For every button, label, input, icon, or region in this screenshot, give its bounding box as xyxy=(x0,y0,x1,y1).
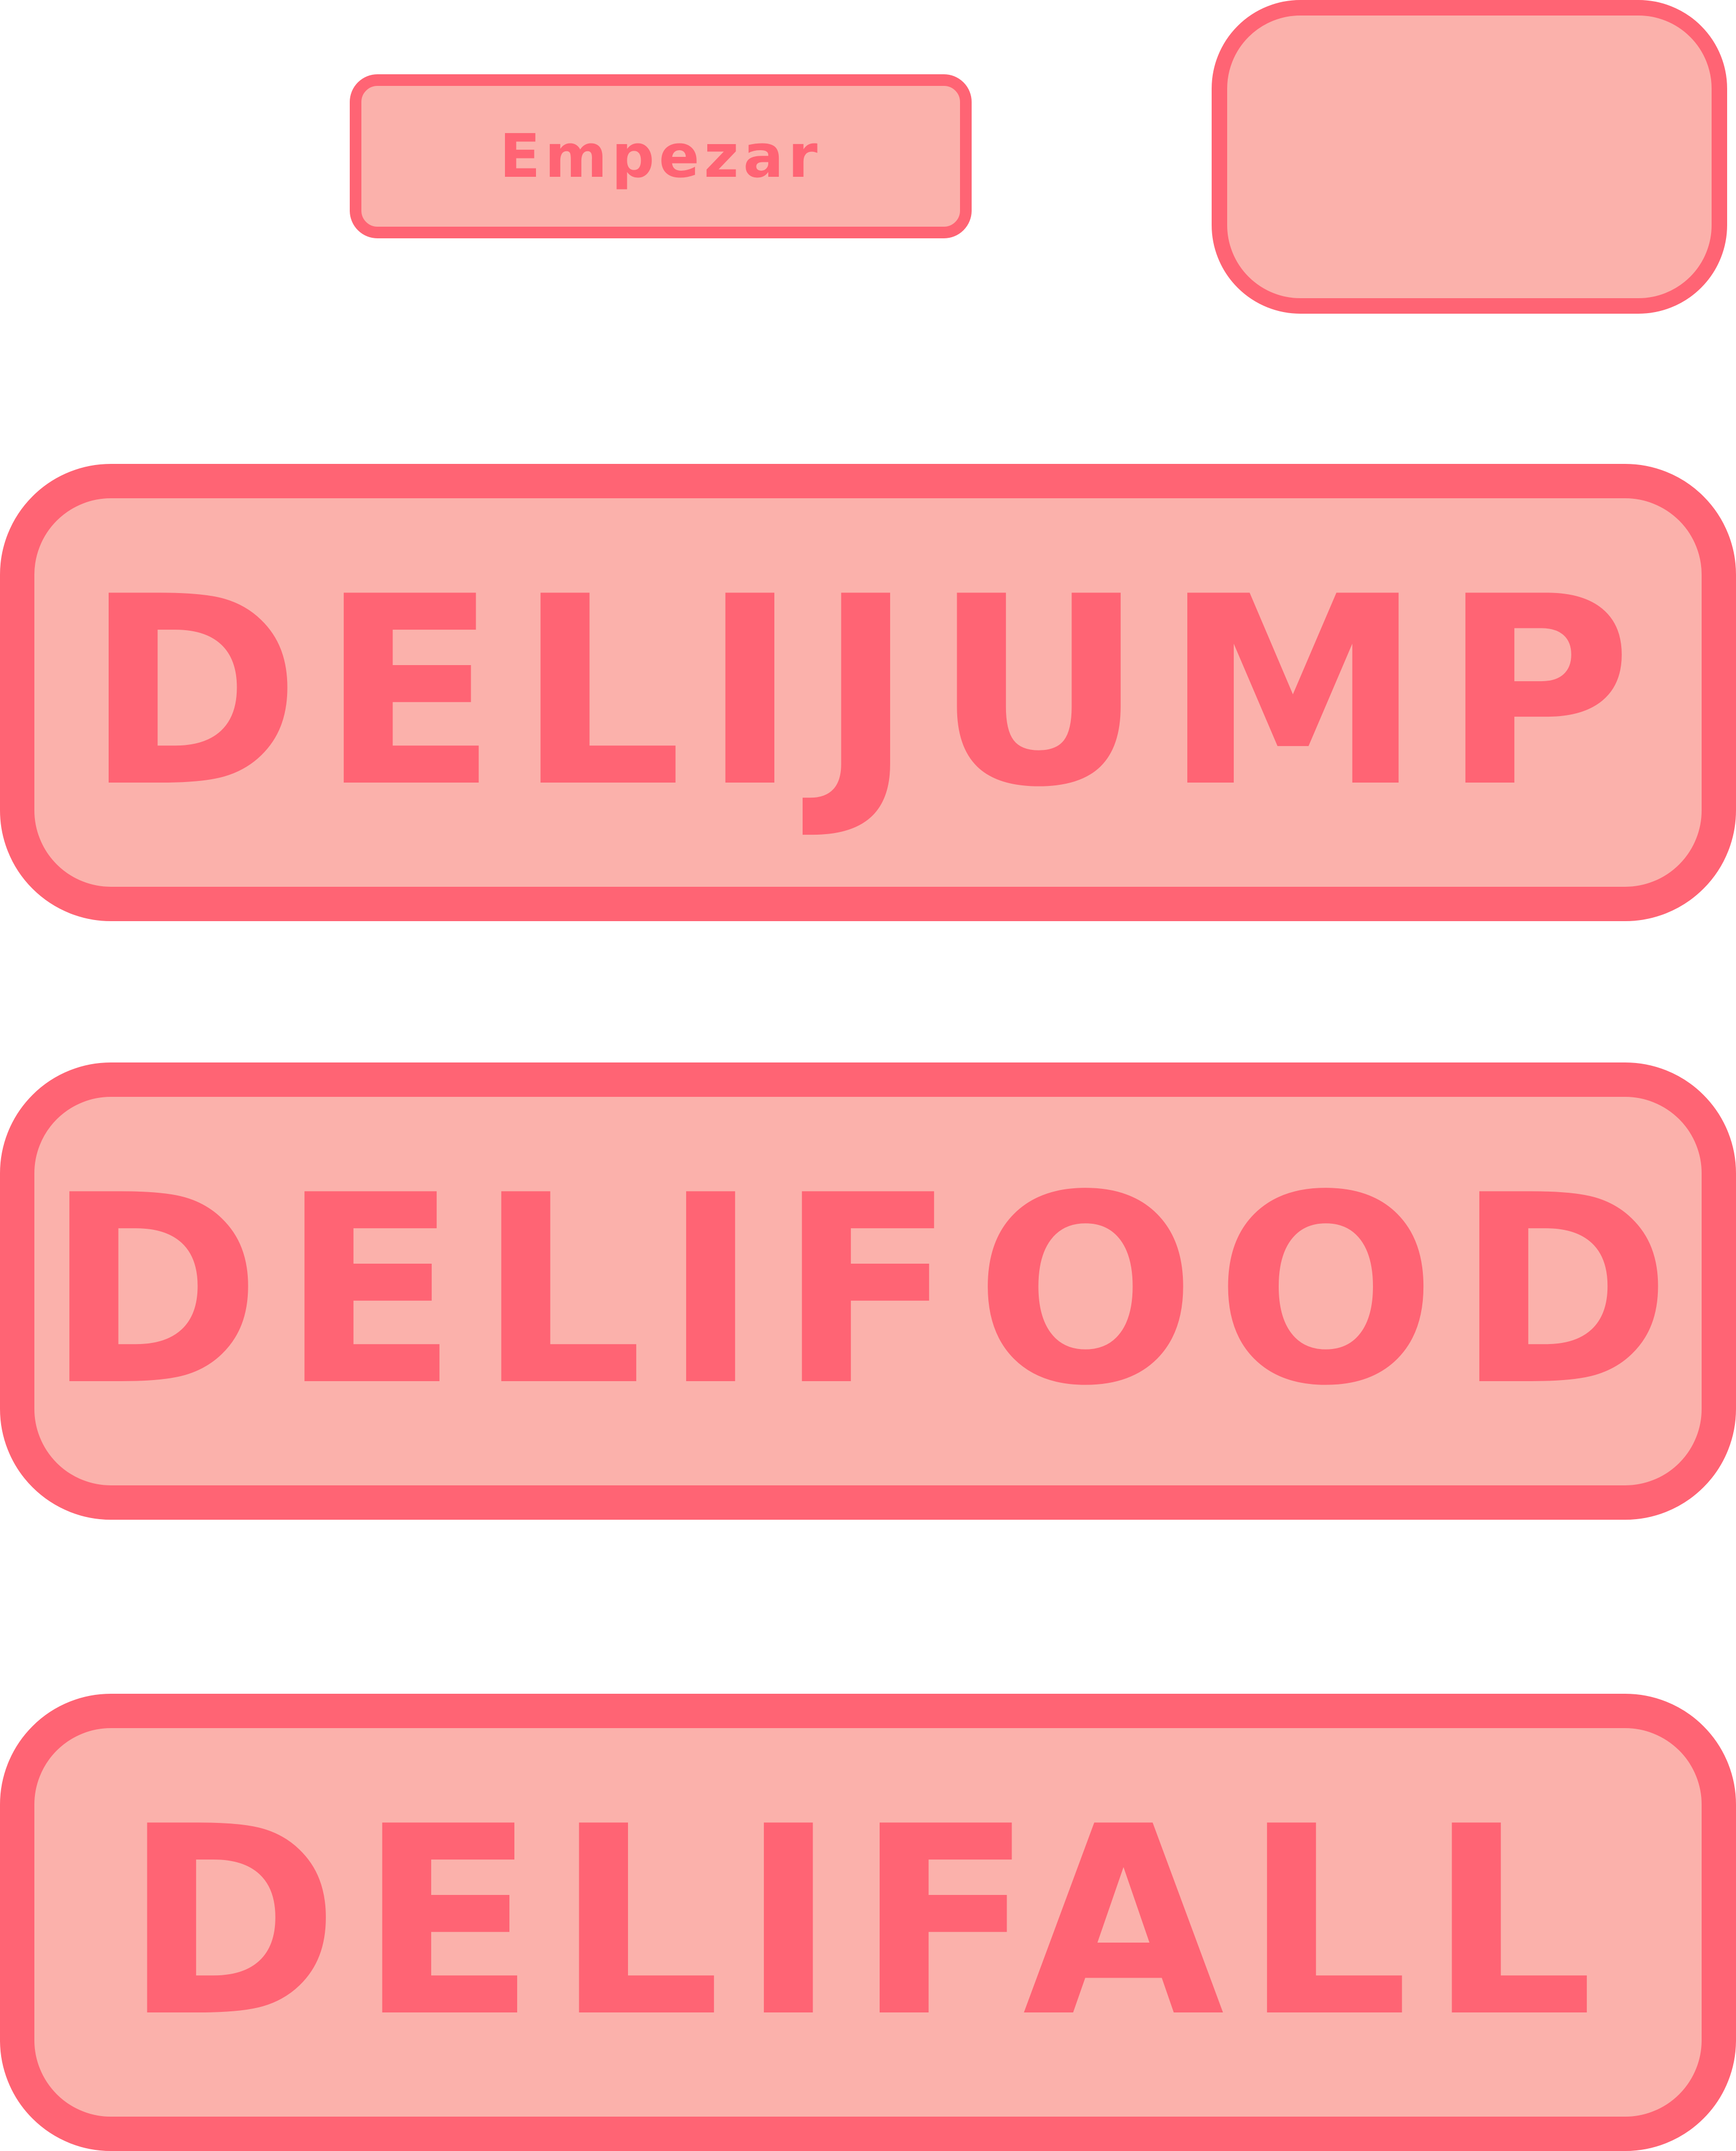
start-button-label: Empezar xyxy=(499,121,822,191)
delijump-label: DELIJUMP xyxy=(84,541,1652,844)
delifood-label: DELIFOOD xyxy=(45,1140,1691,1443)
delifall-label: DELIFALL xyxy=(123,1771,1613,2074)
delifood-game-button[interactable]: DELIFOOD xyxy=(0,1062,1736,1520)
delifall-game-button[interactable]: DELIFALL xyxy=(0,1694,1736,2151)
top-right-blank-button[interactable] xyxy=(1212,0,1727,314)
delijump-game-button[interactable]: DELIJUMP xyxy=(0,464,1736,921)
start-button[interactable]: Empezar xyxy=(350,74,972,238)
